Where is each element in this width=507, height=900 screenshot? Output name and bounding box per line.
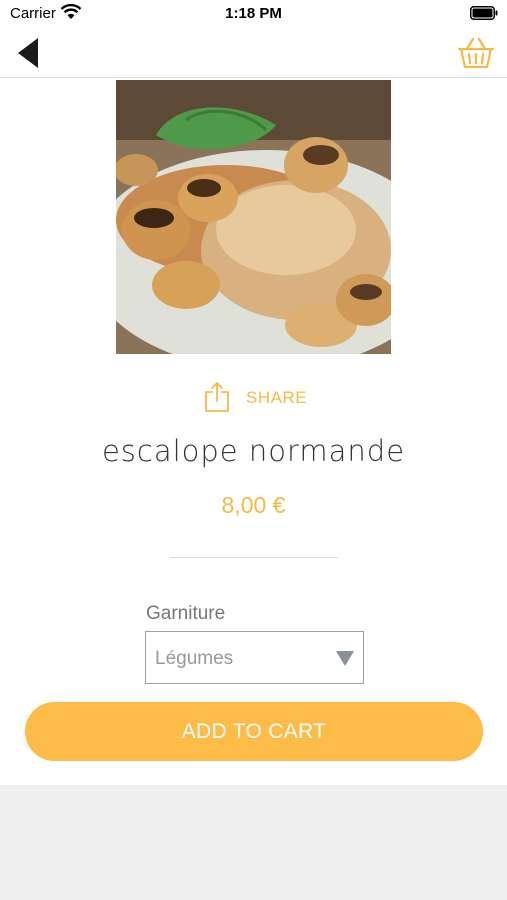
clock-label: 1:18 PM — [225, 5, 282, 22]
divider — [170, 557, 338, 558]
back-arrow-icon[interactable] — [14, 36, 42, 70]
product-screen: Carrier 1:18 PM SHARE escalope normande … — [0, 0, 507, 785]
garniture-select[interactable]: Légumes — [145, 631, 364, 684]
share-button[interactable]: SHARE — [204, 381, 324, 415]
share-label: SHARE — [246, 388, 308, 407]
garniture-selected-value: Légumes — [155, 648, 234, 669]
add-to-cart-button[interactable]: ADD TO CART — [25, 702, 483, 761]
status-bar: Carrier 1:18 PM — [0, 0, 507, 28]
add-to-cart-label: ADD TO CART — [181, 720, 327, 743]
battery-icon — [470, 6, 498, 20]
share-icon — [205, 382, 229, 412]
product-photo — [116, 80, 391, 354]
product-name: escalope normande — [101, 434, 406, 468]
garniture-label: Garniture — [146, 603, 226, 624]
navigation-bar — [0, 28, 507, 78]
product-price: 8,00 € — [221, 492, 286, 518]
dropdown-arrow-icon — [336, 651, 354, 666]
basket-icon[interactable] — [456, 36, 496, 70]
